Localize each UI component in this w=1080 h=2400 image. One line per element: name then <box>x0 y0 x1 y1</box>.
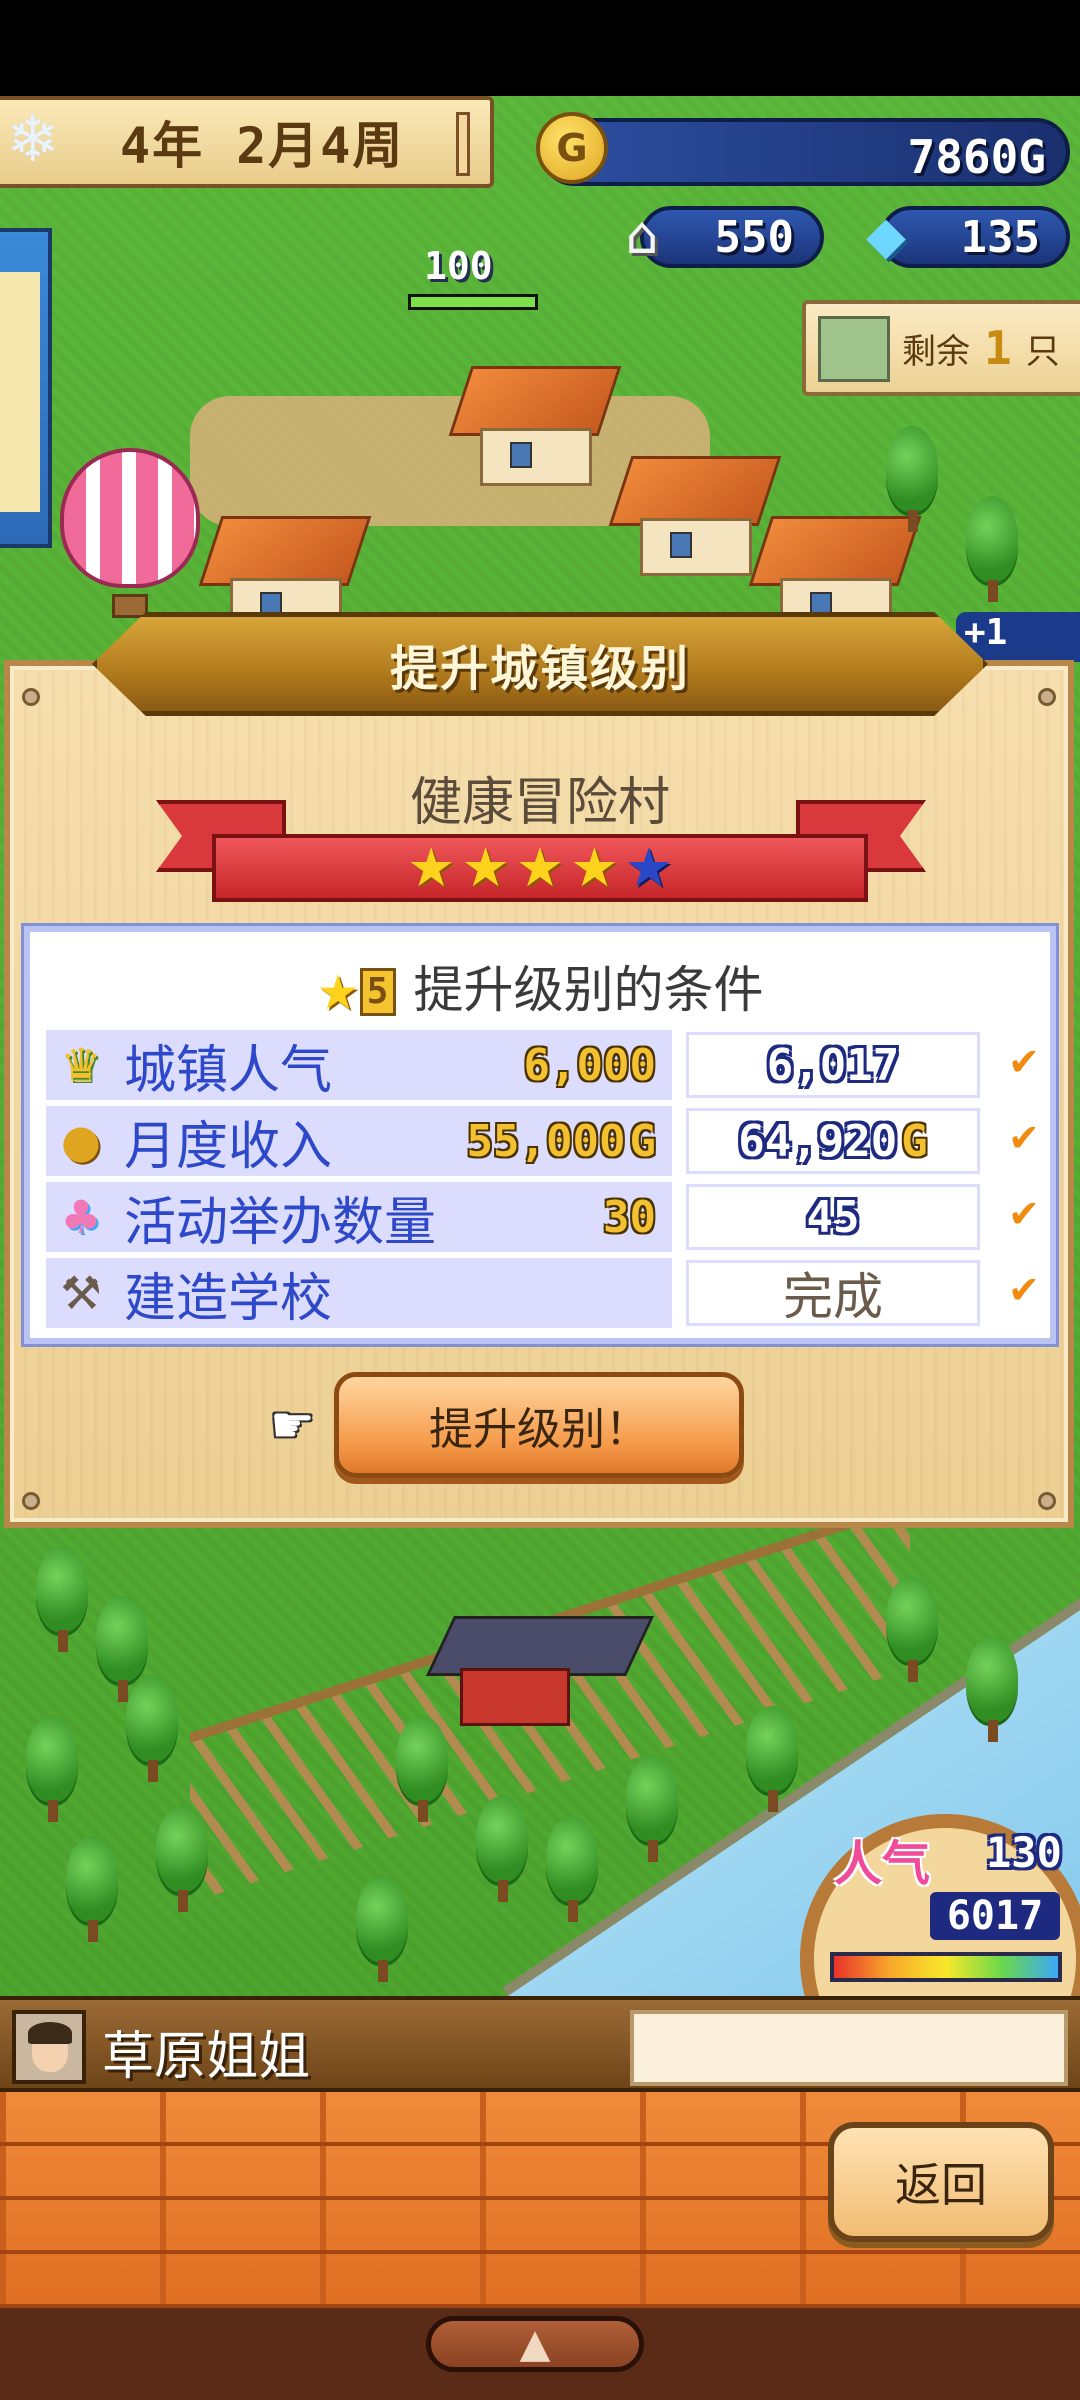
star-filled-icon: ★ <box>515 836 565 899</box>
message-box <box>630 2010 1068 2086</box>
popularity-title: 人气 <box>834 1836 931 1892</box>
tree <box>150 1806 214 1916</box>
town-rank-stars: ★ ★ ★ ★ ★ <box>212 834 868 902</box>
conditions-panel: ★ 5 提升级别的条件 ♛ 城镇人气 6,000 6,017 ✔ ● 月度收入 55… <box>24 926 1056 1344</box>
screw-icon <box>22 1492 40 1510</box>
check-icon: ✔ <box>1008 1116 1040 1160</box>
date-text: 4年 2月4周 <box>120 117 405 175</box>
popularity-value: 6017 <box>930 1892 1060 1940</box>
condition-row-popularity: ♛ 城镇人气 6,000 6,017 ✔ <box>46 1030 1046 1101</box>
dialog-title: 提升城镇级别 <box>389 641 690 697</box>
chevron-up-icon: ▲ <box>519 2321 551 2367</box>
condition-current: 64,920 G <box>686 1108 980 1174</box>
tree <box>470 1796 534 1906</box>
tree <box>880 426 944 536</box>
building-popularity-value: 100 <box>424 244 493 288</box>
tree <box>350 1876 414 1986</box>
avatar[interactable] <box>12 2010 86 2084</box>
tree <box>960 496 1024 606</box>
bottom-bar: ▲ <box>0 2308 1080 2400</box>
upgrade-button[interactable]: 提升级别！ <box>334 1372 744 1478</box>
gold-display[interactable]: 7860G <box>540 118 1070 186</box>
popularity-badge[interactable]: 人气 130 6017 <box>790 1800 1080 2104</box>
tree <box>120 1676 184 1786</box>
condition-label: 建造学校 <box>124 1268 333 1329</box>
screw-icon <box>1038 1492 1056 1510</box>
house <box>608 456 782 576</box>
character-bar[interactable]: 草原姐姐 <box>0 1996 1080 2092</box>
tree <box>390 1716 454 1826</box>
back-button[interactable]: 返回 <box>828 2122 1054 2242</box>
dialog-title-banner: 提升城镇级别 <box>92 612 988 716</box>
snowflake-icon: ❄ <box>6 103 60 177</box>
target-level: 5 <box>359 968 396 1016</box>
house <box>448 366 622 486</box>
coin-icon: G <box>536 112 608 184</box>
condition-required: 55,000G <box>466 1115 656 1167</box>
tree <box>880 1576 944 1686</box>
menu-handle[interactable]: ▲ <box>426 2316 644 2372</box>
condition-current: 45 <box>686 1184 980 1250</box>
condition-label: 活动举办数量 <box>124 1192 437 1253</box>
town-name: 健康冒险村 <box>409 773 670 833</box>
check-icon: ✔ <box>1008 1268 1040 1312</box>
side-tab[interactable] <box>0 228 52 548</box>
character-name: 草原姐姐 <box>102 2027 311 2087</box>
screw-icon <box>1038 688 1056 706</box>
condition-current: 完成 <box>686 1260 980 1326</box>
star-empty-icon: ★ <box>624 836 674 899</box>
tree <box>620 1756 684 1866</box>
star-icon: ★ <box>316 965 360 1021</box>
houses-value: 550 <box>714 211 794 263</box>
tree <box>30 1546 94 1656</box>
balloons-icon: ♣ <box>60 1190 102 1244</box>
tree <box>960 1636 1024 1746</box>
tree <box>60 1836 124 1946</box>
trophy-icon: ♛ <box>60 1038 102 1092</box>
star-filled-icon: ★ <box>406 836 456 899</box>
condition-current: 6,017 <box>686 1032 980 1098</box>
hammer-icon: ⚒ <box>60 1266 102 1320</box>
condition-row-income: ● 月度收入 55,000G 64,920 G ✔ <box>46 1106 1046 1177</box>
popularity-rank: 130 <box>986 1828 1062 1877</box>
tree <box>540 1816 604 1926</box>
building-popularity: 100 <box>388 238 548 318</box>
condition-label: 城镇人气 <box>124 1040 333 1101</box>
remaining-counter[interactable]: 剩余 1 只 <box>802 300 1080 396</box>
remaining-count: 1 <box>984 321 1012 375</box>
condition-required: 6,000 <box>523 1039 656 1091</box>
barn <box>426 1616 654 1726</box>
star-filled-icon: ★ <box>570 836 619 899</box>
wagon-icon <box>818 316 890 382</box>
popularity-meter <box>830 1952 1062 1982</box>
condition-required: 30 <box>603 1191 656 1243</box>
remaining-unit: 只 <box>1025 331 1060 372</box>
date-panel[interactable]: ❄ 4年 2月4周 <box>0 96 494 188</box>
condition-row-events: ♣ 活动举办数量 30 45 ✔ <box>46 1182 1046 1253</box>
house-icon: ⌂ <box>625 206 659 266</box>
tree <box>20 1716 84 1826</box>
conditions-title: 提升级别的条件 <box>413 961 764 1019</box>
conditions-header: ★ 5 提升级别的条件 <box>30 950 1050 1022</box>
condition-label: 月度收入 <box>124 1116 333 1177</box>
coin-icon: ● <box>60 1114 102 1168</box>
remaining-label: 剩余 <box>902 331 970 372</box>
condition-row-school: ⚒ 建造学校 完成 ✔ <box>46 1258 1046 1329</box>
crystals-value: 135 <box>960 211 1040 263</box>
gold-value: 7860G <box>907 130 1046 184</box>
hot-air-balloon <box>60 448 200 618</box>
date-divider <box>456 112 470 176</box>
check-icon: ✔ <box>1008 1040 1040 1084</box>
star-filled-icon: ★ <box>461 836 510 899</box>
screw-icon <box>22 688 40 706</box>
check-icon: ✔ <box>1008 1192 1040 1236</box>
crystal-icon: ◆ <box>866 206 906 266</box>
